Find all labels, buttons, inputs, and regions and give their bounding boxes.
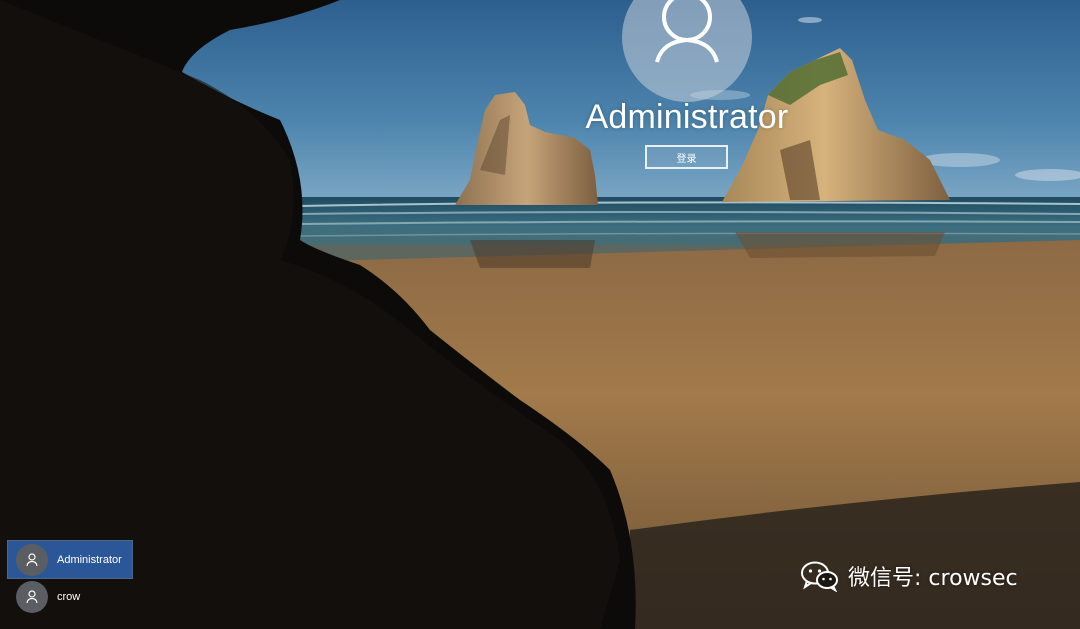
user-icon xyxy=(26,552,38,566)
watermark: 微信号: crowsec xyxy=(800,560,1018,592)
wallpaper-image xyxy=(0,0,1080,629)
user-icon xyxy=(26,589,38,603)
user-avatar-small xyxy=(16,543,48,576)
wechat-icon xyxy=(801,561,838,592)
user-item-label: Administrator xyxy=(57,553,122,566)
current-username: Administrator xyxy=(585,98,789,136)
user-switcher: Administrator crow xyxy=(7,540,133,615)
sign-in-button[interactable]: 登录 xyxy=(645,145,728,169)
lock-screen: Administrator 登录 Administrator crow 微信号:… xyxy=(0,0,1080,629)
user-avatar-small xyxy=(16,580,48,613)
user-item-administrator[interactable]: Administrator xyxy=(7,540,133,579)
user-item-label: crow xyxy=(57,590,81,603)
user-item-crow[interactable]: crow xyxy=(8,578,132,615)
watermark-text: 微信号: crowsec xyxy=(848,566,1018,591)
